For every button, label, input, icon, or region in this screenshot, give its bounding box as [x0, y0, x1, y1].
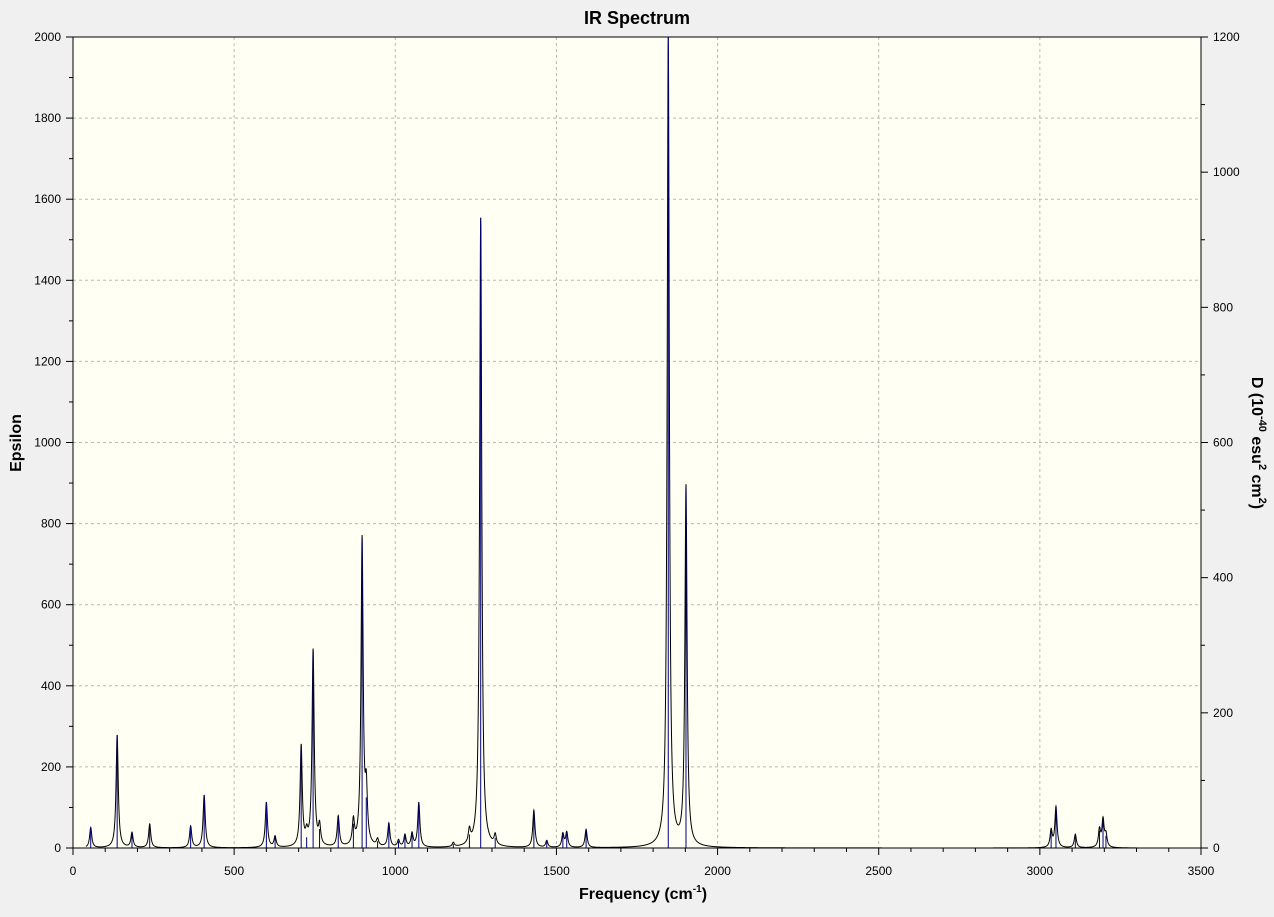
y-tick-label: 2000	[34, 30, 61, 44]
y2-tick-label: 600	[1213, 436, 1233, 450]
y-axis-label: Epsilon	[8, 414, 25, 472]
ir-spectrum-chart: 0 500 1000 1500 2000 2500 3000 3500 0 200 400 600 80…	[0, 0, 1274, 912]
y2-tick-label: 1200	[1213, 30, 1240, 44]
x-axis-label-main: Frequency (cm	[579, 886, 693, 903]
x-tick-label: 500	[224, 864, 244, 878]
y-tick-label: 1000	[34, 436, 61, 450]
y-tick-label: 1600	[34, 192, 61, 206]
y2-label-text: cm	[1248, 470, 1265, 498]
x-axis-label-end: )	[702, 886, 707, 903]
x-tick-label: 1000	[382, 864, 409, 878]
x-tick-label: 2500	[865, 864, 892, 878]
y-tick-label: 1200	[34, 354, 61, 368]
y2-tick-label: 200	[1213, 706, 1233, 720]
y-tick-label: 400	[41, 679, 61, 693]
y-tick-label: 1800	[34, 111, 61, 125]
y2-axis-label: D (10-40 esu2 cm2)	[1248, 377, 1268, 509]
x-tick-label: 3500	[1188, 864, 1215, 878]
x-tick-label: 1500	[543, 864, 570, 878]
y2-tick-label: 400	[1213, 571, 1233, 585]
y-tick-label: 600	[41, 598, 61, 612]
y-tick-label: 800	[41, 517, 61, 531]
y-tick-label: 1400	[34, 273, 61, 287]
y2-label-sup: -40	[1256, 416, 1268, 432]
y-tick-label: 200	[41, 760, 61, 774]
y2-label-text: )	[1248, 504, 1265, 509]
y-tick-label: 0	[54, 841, 61, 855]
y2-tick-label: 1000	[1213, 165, 1240, 179]
y2-tick-label: 800	[1213, 300, 1233, 314]
y2-label-text: D (10	[1248, 377, 1265, 416]
x-tick-label: 3000	[1027, 864, 1054, 878]
chart-title: IR Spectrum	[584, 8, 690, 28]
y2-tick-label: 0	[1213, 841, 1220, 855]
chart-svg: 0 500 1000 1500 2000 2500 3000 3500020040060080…	[0, 0, 1274, 912]
x-axis-label: Frequency (cm-1)	[579, 884, 707, 903]
y2-label-text: esu	[1248, 432, 1265, 464]
x-tick-label: 2000	[704, 864, 731, 878]
x-tick-label: 0	[70, 864, 77, 878]
